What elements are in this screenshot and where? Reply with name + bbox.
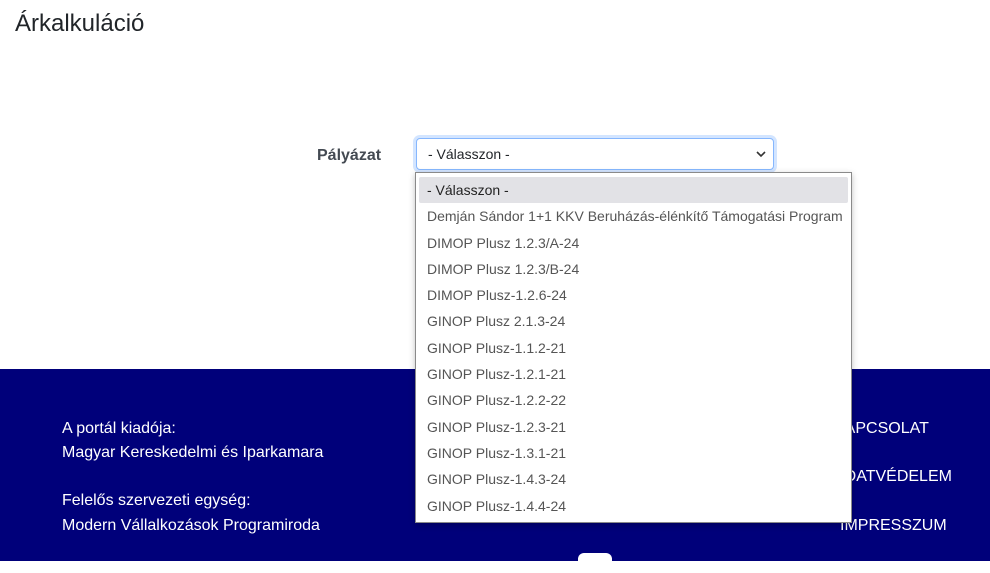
dropdown-option[interactable]: GINOP Plusz-1.4.4-24 [419, 493, 848, 519]
dropdown-option[interactable]: GINOP Plusz-1.2.1-21 [419, 361, 848, 387]
dropdown-option[interactable]: DIMOP Plusz-1.2.6-24 [419, 282, 848, 308]
unit-name: Modern Vállalkozások Programiroda [62, 517, 320, 534]
unit-label: Felelős szervezeti egység: [62, 492, 251, 509]
select-value: - Válasszon - [428, 146, 510, 162]
dropdown-option[interactable]: GINOP Plusz-1.2.2-22 [419, 387, 848, 413]
publisher-label: A portál kiadója: [62, 420, 176, 437]
dropdown-option[interactable]: - Válasszon - [419, 177, 848, 204]
page-title: Árkalkuláció [15, 10, 145, 37]
dropdown-option[interactable]: GINOP Plusz-1.2.3-21 [419, 414, 848, 440]
footer-link-impresszum[interactable]: IMPRESSZUM [840, 517, 947, 535]
dropdown-option[interactable]: GINOP Plusz 2.1.3-24 [419, 308, 848, 334]
palyazat-dropdown-list: - Válasszon - Demján Sándor 1+1 KKV Beruh… [415, 172, 852, 523]
dropdown-option[interactable]: GINOP Plusz-1.1.2-21 [419, 335, 848, 361]
dropdown-option[interactable]: GINOP Plusz-1.4.3-24 [419, 466, 848, 492]
chevron-down-icon [756, 151, 766, 158]
palyazat-select[interactable]: - Válasszon - [416, 138, 774, 170]
dropdown-option[interactable]: DIMOP Plusz 1.2.3/B-24 [419, 256, 848, 282]
dropdown-option[interactable]: DIMOP Plusz 1.2.3/A-24 [419, 230, 848, 256]
dropdown-option[interactable]: Demján Sándor 1+1 KKV Beruházás-élénkítő… [419, 203, 848, 229]
dropdown-option[interactable]: GINOP Plusz-1.3.1-21 [419, 440, 848, 466]
youtube-icon[interactable] [578, 553, 612, 573]
palyazat-label: Pályázat [317, 147, 382, 164]
publisher-name: Magyar Kereskedelmi és Iparkamara [62, 444, 324, 461]
